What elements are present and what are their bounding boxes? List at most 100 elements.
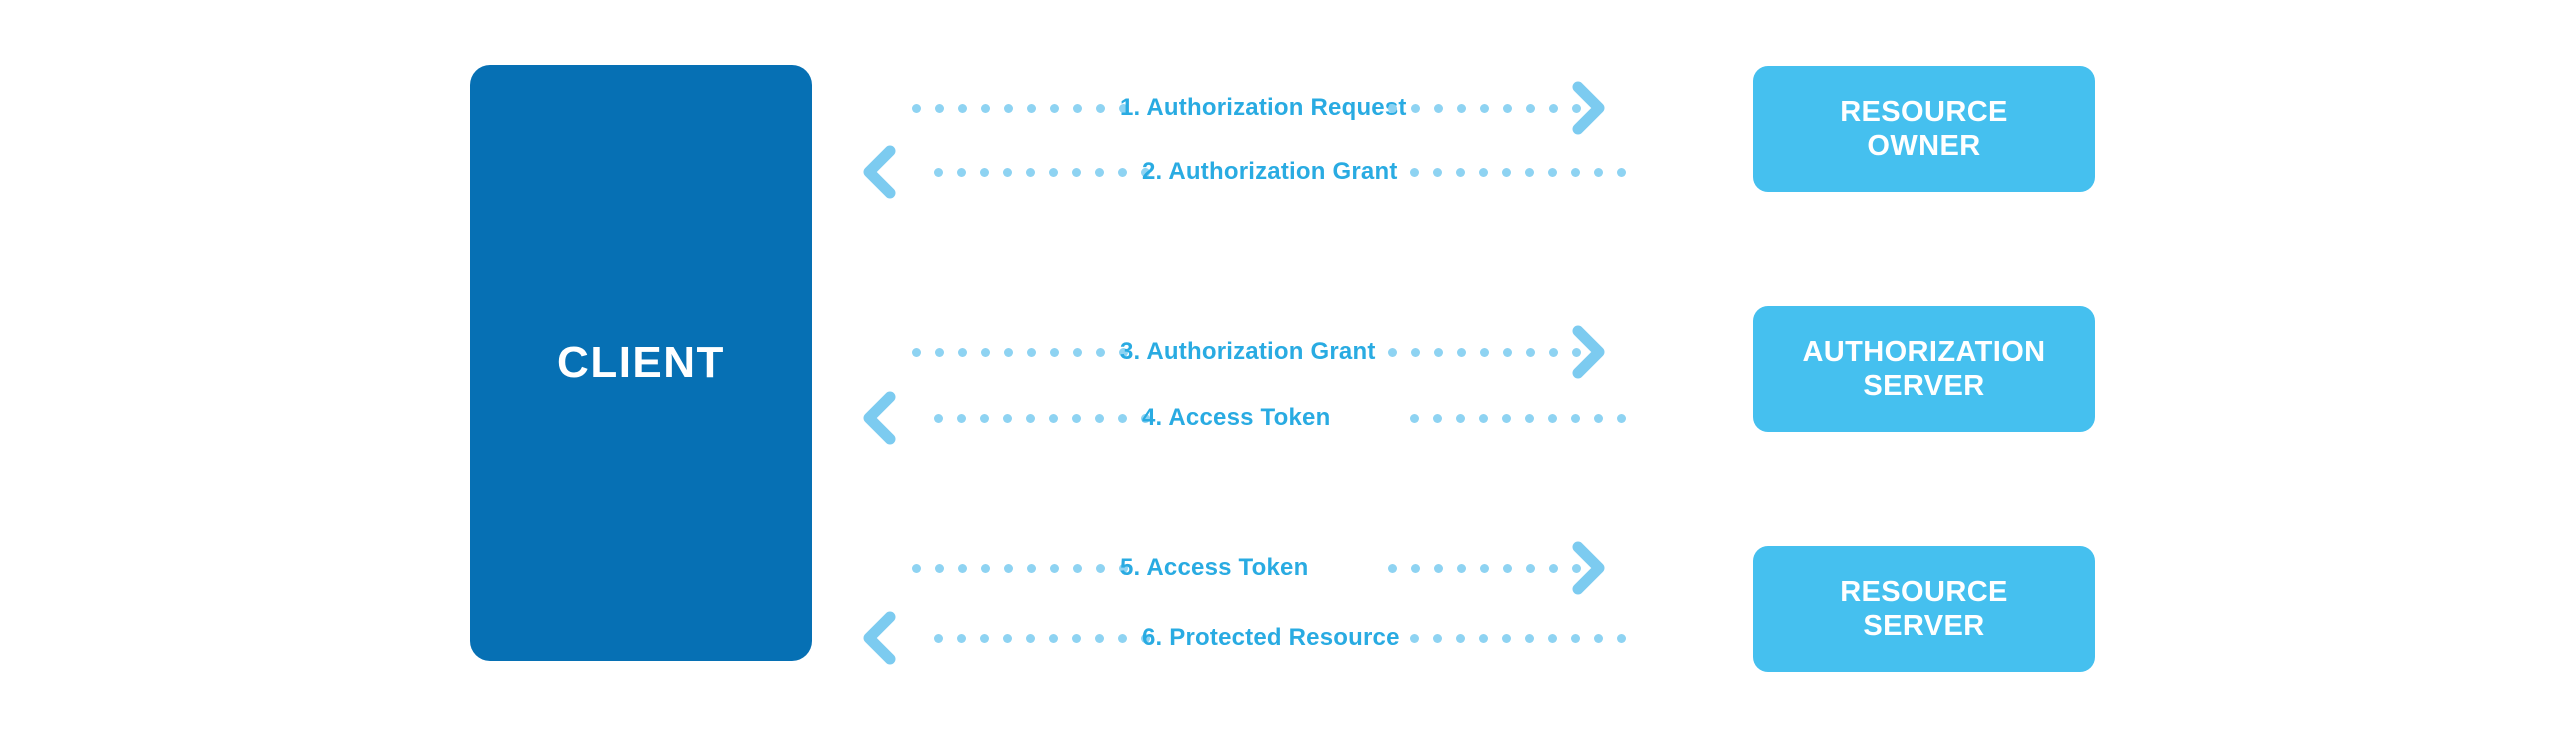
dot bbox=[981, 347, 990, 357]
dot bbox=[934, 167, 943, 177]
dot bbox=[1073, 563, 1082, 573]
actor-box-authorization-server[interactable]: AUTHORIZATION SERVER bbox=[1753, 306, 2095, 432]
dot bbox=[1617, 633, 1626, 643]
dot bbox=[1502, 167, 1511, 177]
dot bbox=[1525, 167, 1534, 177]
message-label-3: 3. Authorization Grant bbox=[1120, 338, 1376, 365]
client-box[interactable]: CLIENT bbox=[470, 65, 812, 661]
dot bbox=[1388, 103, 1397, 113]
dot bbox=[1571, 167, 1580, 177]
dot bbox=[1388, 347, 1397, 357]
message-row-5: 5. Access Token bbox=[860, 541, 1690, 595]
actor-label-resource-server: RESOURCE SERVER bbox=[1840, 575, 2008, 642]
dot bbox=[935, 103, 944, 113]
arrow-left-icon-6 bbox=[863, 611, 896, 665]
dot bbox=[1410, 167, 1419, 177]
oauth-flow-diagram: CLIENT RESOURCE OWNER AUTHORIZATION SERV… bbox=[0, 0, 2560, 753]
dot bbox=[958, 563, 967, 573]
dot bbox=[1526, 103, 1535, 113]
message-label-4: 4. Access Token bbox=[1142, 404, 1331, 431]
dotted-line-left-1 bbox=[904, 86, 1128, 130]
dot bbox=[958, 103, 967, 113]
message-row-3: 3. Authorization Grant bbox=[860, 325, 1690, 379]
dotted-line-left-2 bbox=[900, 150, 1150, 194]
dot bbox=[1457, 563, 1466, 573]
dot bbox=[1571, 633, 1580, 643]
dot bbox=[1434, 347, 1443, 357]
dot bbox=[980, 167, 989, 177]
message-label-6: 6. Protected Resource bbox=[1142, 624, 1400, 651]
dot bbox=[1072, 167, 1081, 177]
arrow-right-icon-3 bbox=[1572, 325, 1605, 379]
dot bbox=[1502, 413, 1511, 423]
dotted-line-left-5 bbox=[904, 546, 1128, 590]
dot bbox=[1049, 633, 1058, 643]
message-label-1: 1. Authorization Request bbox=[1120, 94, 1407, 121]
dot bbox=[1004, 347, 1013, 357]
dot bbox=[1073, 347, 1082, 357]
dot bbox=[1049, 167, 1058, 177]
dot bbox=[1457, 347, 1466, 357]
dot bbox=[1503, 563, 1512, 573]
dotted-line-right-3 bbox=[1370, 330, 1604, 374]
dot bbox=[1594, 413, 1603, 423]
dotted-line-left-3 bbox=[904, 330, 1128, 374]
dot bbox=[934, 633, 943, 643]
message-row-6: 6. Protected Resource bbox=[860, 611, 1690, 665]
dot bbox=[980, 413, 989, 423]
dot bbox=[981, 563, 990, 573]
arrow-right-icon-1 bbox=[1572, 81, 1605, 135]
dot bbox=[1526, 563, 1535, 573]
dot bbox=[1027, 103, 1036, 113]
dotted-line-left-6 bbox=[900, 616, 1150, 660]
arrow-left-icon-4 bbox=[863, 391, 896, 445]
message-row-1: 1. Authorization Request bbox=[860, 81, 1690, 135]
dotted-line-left-4 bbox=[900, 396, 1150, 440]
dot bbox=[1026, 167, 1035, 177]
dot bbox=[1095, 633, 1104, 643]
dot bbox=[1411, 563, 1420, 573]
actor-box-resource-owner[interactable]: RESOURCE OWNER bbox=[1753, 66, 2095, 192]
actor-label-resource-owner: RESOURCE OWNER bbox=[1840, 95, 2008, 162]
dot bbox=[1457, 103, 1466, 113]
dot bbox=[935, 563, 944, 573]
dot bbox=[1411, 103, 1420, 113]
message-row-4: 4. Access Token bbox=[860, 391, 1690, 445]
dot bbox=[912, 563, 921, 573]
dot bbox=[1479, 413, 1488, 423]
dot bbox=[1027, 347, 1036, 357]
message-label-5: 5. Access Token bbox=[1120, 554, 1309, 581]
dot bbox=[1433, 633, 1442, 643]
dot bbox=[1617, 413, 1626, 423]
actor-box-resource-server[interactable]: RESOURCE SERVER bbox=[1753, 546, 2095, 672]
dot bbox=[1050, 347, 1059, 357]
dot bbox=[1050, 563, 1059, 573]
dot bbox=[1050, 103, 1059, 113]
dot bbox=[912, 103, 921, 113]
dotted-line-right-5 bbox=[1370, 546, 1604, 590]
dot bbox=[1072, 413, 1081, 423]
dot bbox=[1433, 167, 1442, 177]
dot bbox=[1095, 413, 1104, 423]
dot bbox=[1026, 633, 1035, 643]
dot bbox=[1073, 103, 1082, 113]
dot bbox=[1594, 167, 1603, 177]
dot bbox=[1434, 103, 1443, 113]
dot bbox=[1480, 103, 1489, 113]
dot bbox=[1433, 413, 1442, 423]
dot bbox=[1049, 413, 1058, 423]
dot bbox=[1411, 347, 1420, 357]
dot bbox=[1526, 347, 1535, 357]
dot bbox=[1410, 413, 1419, 423]
dot bbox=[1525, 633, 1534, 643]
dot bbox=[957, 167, 966, 177]
dot bbox=[1549, 347, 1558, 357]
dot bbox=[1548, 413, 1557, 423]
dot bbox=[1004, 103, 1013, 113]
dot bbox=[1594, 633, 1603, 643]
dot bbox=[1456, 167, 1465, 177]
dot bbox=[1072, 633, 1081, 643]
dot bbox=[1479, 167, 1488, 177]
dot bbox=[958, 347, 967, 357]
dotted-line-right-2 bbox=[1392, 150, 1626, 194]
